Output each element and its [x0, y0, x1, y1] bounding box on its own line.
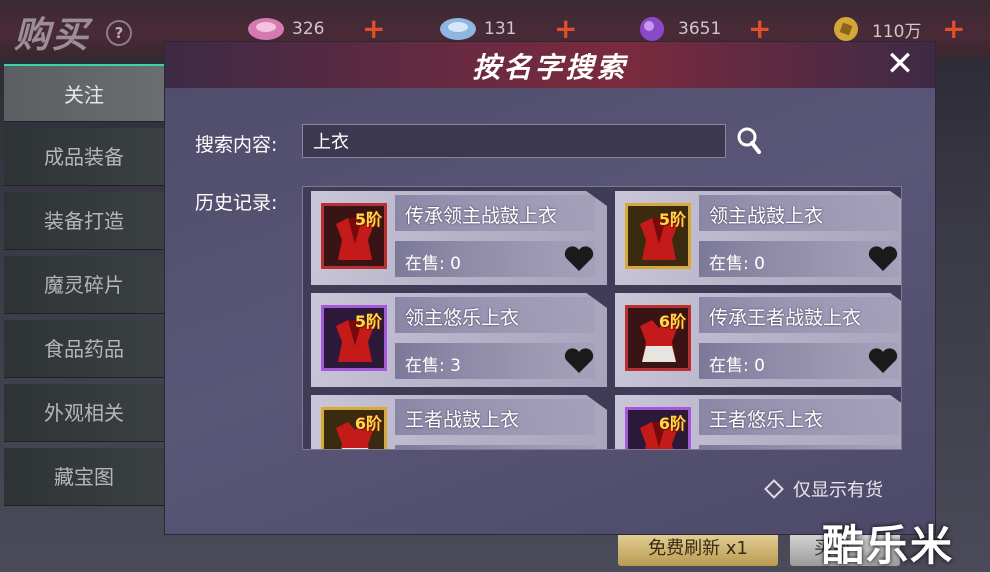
- item-tier: 5阶: [354, 210, 382, 229]
- item-icon: 6阶: [625, 305, 691, 371]
- history-label: 历史记录:: [195, 192, 278, 214]
- pink-gem-icon: [248, 18, 284, 40]
- item-tier: 5阶: [658, 210, 686, 229]
- watermark-logo: 酷乐米: [822, 521, 955, 570]
- add-currency-button[interactable]: +: [748, 15, 771, 43]
- heart-icon[interactable]: [563, 347, 595, 375]
- free-refresh-button[interactable]: 免费刷新 x1: [618, 532, 778, 566]
- help-icon[interactable]: ?: [106, 20, 132, 46]
- history-item[interactable]: 6阶 传承王者战鼓上衣 在售: 0: [615, 293, 901, 387]
- item-name: 传承王者战鼓上衣: [709, 307, 862, 329]
- item-tier: 6阶: [658, 414, 686, 433]
- item-name: 领主悠乐上衣: [405, 307, 520, 329]
- sidebar-item-treasure-map[interactable]: 藏宝图: [4, 448, 164, 506]
- close-icon[interactable]: ✕: [885, 47, 915, 81]
- history-item[interactable]: 5阶 传承领主战鼓上衣 在售: 0: [311, 191, 607, 285]
- currency-value: 326: [292, 19, 325, 39]
- search-icon[interactable]: [735, 124, 763, 158]
- item-icon: 5阶: [321, 305, 387, 371]
- sidebar-item-follow[interactable]: 关注: [4, 64, 164, 122]
- item-icon: 5阶: [625, 203, 691, 269]
- history-item[interactable]: 5阶 领主悠乐上衣 在售: 3: [311, 293, 607, 387]
- item-tier: 6阶: [658, 312, 686, 331]
- item-name: 王者战鼓上衣: [405, 409, 520, 431]
- currency-gold-coin: 110万 +: [826, 14, 965, 44]
- blue-gem-icon: [440, 18, 476, 40]
- item-stock: 在售: 3: [405, 356, 461, 376]
- gold-coin-icon: [834, 17, 858, 41]
- history-item[interactable]: 6阶 王者悠乐上衣: [615, 395, 901, 450]
- item-name: 王者悠乐上衣: [709, 409, 824, 431]
- currency-blue-gem: 131 +: [438, 14, 577, 44]
- heart-icon[interactable]: [867, 347, 899, 375]
- sidebar-item-finished-equipment[interactable]: 成品装备: [4, 128, 164, 186]
- heart-icon[interactable]: [867, 245, 899, 273]
- in-stock-only-toggle[interactable]: 仅显示有货: [764, 476, 883, 502]
- stock-band: [395, 445, 595, 449]
- search-by-name-dialog: 按名字搜索 ✕ 搜索内容: 历史记录: 5阶 传承领主战鼓上衣 在售: 0: [165, 42, 935, 534]
- heart-icon[interactable]: [867, 449, 899, 450]
- shop-title: 购买: [14, 14, 91, 56]
- add-currency-button[interactable]: +: [362, 15, 385, 43]
- sidebar-item-food-medicine[interactable]: 食品药品: [4, 320, 164, 378]
- stock-band: [699, 445, 899, 449]
- heart-icon[interactable]: [563, 245, 595, 273]
- sidebar-item-spirit-fragments[interactable]: 魔灵碎片: [4, 256, 164, 314]
- item-icon: 6阶: [321, 407, 387, 449]
- history-item[interactable]: 6阶 王者战鼓上衣: [311, 395, 607, 450]
- item-icon: 5阶: [321, 203, 387, 269]
- checkbox-diamond-icon[interactable]: [764, 479, 784, 499]
- sidebar-item-appearance[interactable]: 外观相关: [4, 384, 164, 442]
- currency-value: 3651: [678, 19, 722, 39]
- item-name: 传承领主战鼓上衣: [405, 205, 558, 227]
- item-icon: 6阶: [625, 407, 691, 449]
- item-tier: 6阶: [354, 414, 382, 433]
- add-currency-button[interactable]: +: [554, 15, 577, 43]
- heart-icon[interactable]: [563, 449, 595, 450]
- item-stock: 在售: 0: [709, 356, 765, 376]
- history-list: 5阶 传承领主战鼓上衣 在售: 0 5阶 领主战鼓上衣 在售: 0 5阶 领主悠…: [302, 186, 902, 450]
- search-label: 搜索内容:: [195, 134, 278, 156]
- dialog-title: 按名字搜索: [472, 51, 628, 84]
- in-stock-only-label: 仅显示有货: [793, 480, 883, 501]
- item-stock: 在售: 0: [405, 254, 461, 274]
- search-input[interactable]: [302, 124, 726, 158]
- currency-value: 110万: [872, 21, 922, 42]
- item-stock: 在售: 0: [709, 254, 765, 274]
- purple-orb-icon: [640, 17, 664, 41]
- history-item[interactable]: 5阶 领主战鼓上衣 在售: 0: [615, 191, 901, 285]
- sidebar-item-equipment-forging[interactable]: 装备打造: [4, 192, 164, 250]
- add-currency-button[interactable]: +: [942, 15, 965, 43]
- currency-value: 131: [484, 19, 517, 39]
- currency-purple-orb: 3651 +: [632, 14, 771, 44]
- item-tier: 5阶: [354, 312, 382, 331]
- item-name: 领主战鼓上衣: [709, 205, 824, 227]
- currency-pink-gem: 326 +: [246, 14, 385, 44]
